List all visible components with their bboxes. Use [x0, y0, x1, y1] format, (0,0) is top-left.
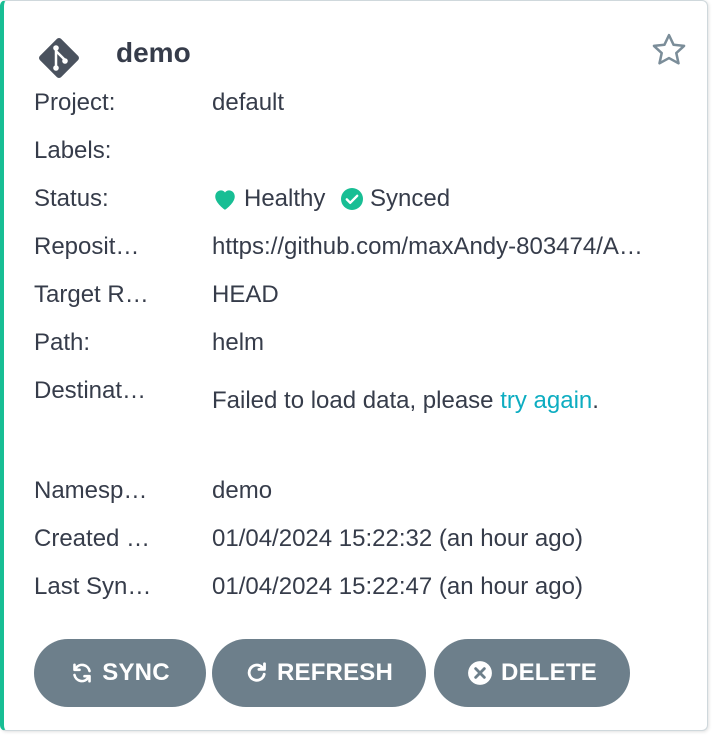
namespace-label: Namesp… — [34, 477, 148, 504]
close-circle-icon — [468, 661, 492, 685]
refresh-button-label: REFRESH — [276, 659, 394, 686]
sync-button-label: SYNC — [102, 659, 170, 686]
created-at-label: Created … — [34, 525, 151, 552]
git-branch-icon — [39, 38, 79, 78]
row-project: Project: default — [34, 83, 694, 123]
row-labels: Labels: — [34, 131, 694, 171]
application-card[interactable]: demo Project: default Labels: Status: He… — [0, 0, 708, 731]
refresh-icon — [247, 662, 266, 682]
created-at-value: 01/04/2024 15:22:32 (an hour ago) — [212, 525, 583, 552]
row-path: Path: helm — [34, 323, 694, 363]
row-repository: Reposit… https://github.com/maxAndy-8034… — [34, 227, 694, 267]
repository-label: Reposit… — [34, 233, 140, 260]
namespace-value: demo — [212, 477, 273, 504]
row-last-sync: Last Syn… 01/04/2024 15:22:47 (an hour a… — [34, 567, 694, 607]
project-value: default — [212, 89, 285, 116]
target-revision-value: HEAD — [212, 281, 279, 308]
error-text: Failed to load data, please — [212, 387, 501, 414]
health-text: Healthy — [244, 185, 326, 212]
error-suffix: . — [592, 387, 599, 414]
row-target-revision: Target R… HEAD — [34, 275, 694, 315]
app-title[interactable]: demo — [116, 35, 191, 71]
path-label: Path: — [34, 329, 91, 356]
status-value: Healthy Synced — [212, 179, 690, 219]
sync-icon — [73, 663, 92, 683]
try-again-link[interactable]: try again — [500, 387, 592, 414]
row-namespace: Namesp… demo — [34, 471, 694, 511]
star-outline-icon[interactable] — [650, 31, 688, 69]
target-revision-label: Target R… — [34, 281, 149, 308]
row-status: Status: Healthy Synced — [34, 179, 694, 219]
destination-error-message: Failed to load data, please try again. — [212, 381, 599, 421]
destination-label: Destinat… — [34, 377, 147, 404]
last-sync-value: 01/04/2024 15:22:47 (an hour ago) — [212, 573, 583, 600]
delete-button[interactable]: DELETE — [434, 639, 630, 707]
delete-button-label: DELETE — [501, 659, 597, 686]
row-created-at: Created … 01/04/2024 15:22:32 (an hour a… — [34, 519, 694, 559]
labels-label: Labels: — [34, 137, 112, 164]
sync-button[interactable]: SYNC — [34, 639, 206, 707]
check-circle-icon — [341, 188, 364, 210]
project-label: Project: — [34, 89, 116, 116]
health-status: Healthy — [212, 179, 325, 219]
refresh-button[interactable]: REFRESH — [212, 639, 426, 707]
heart-icon — [215, 190, 235, 210]
repository-value[interactable]: https://github.com/maxAndy-803474/A… — [212, 227, 690, 267]
card-header: demo — [34, 23, 694, 83]
path-value: helm — [212, 329, 265, 356]
sync-text: Synced — [370, 185, 451, 212]
sync-status: Synced — [340, 179, 450, 219]
last-sync-label: Last Syn… — [34, 573, 152, 600]
status-label: Status: — [34, 185, 109, 212]
